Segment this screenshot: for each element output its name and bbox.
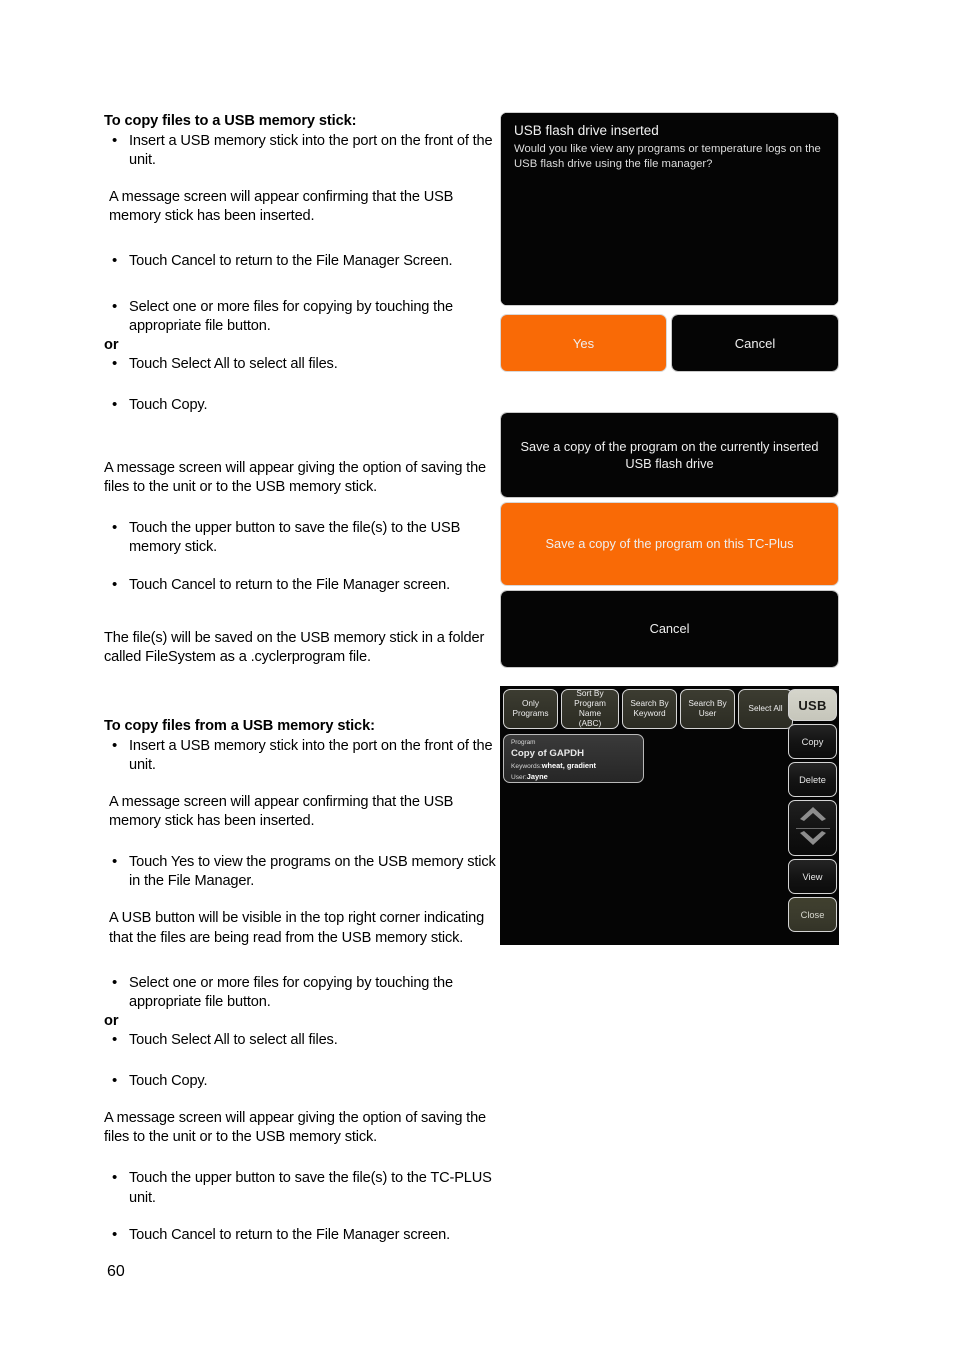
bullet-list-8: Insert a USB memory stick into the port … — [104, 736, 496, 775]
instruction-text-column: To copy files to a USB memory stick: Ins… — [104, 112, 496, 1245]
search-by-keyword-button[interactable]: Search By Keyword — [622, 689, 677, 729]
screenshot-file-manager: Only Programs Sort By Program Name (ABC)… — [500, 686, 839, 945]
list-item: Touch Select All to select all files. — [104, 354, 496, 374]
file-type-label: Program — [511, 739, 536, 746]
bullet-list-1: Insert a USB memory stick into the port … — [104, 131, 496, 170]
only-programs-button[interactable]: Only Programs — [503, 689, 558, 729]
list-item: Touch Copy. — [104, 1071, 496, 1091]
bullet-list-5: Touch Copy. — [104, 395, 496, 415]
cancel-button-label: Cancel — [649, 621, 690, 637]
file-user-value: Jayne — [526, 771, 548, 781]
or-separator-2: or — [104, 1012, 119, 1029]
file-name: Copy of GAPDH — [511, 748, 585, 759]
paragraph-usb-inserted-2: A message screen will appear confirming … — [109, 794, 454, 830]
cancel-button[interactable]: Cancel — [500, 590, 839, 668]
nav-divider — [795, 827, 830, 829]
list-item: Touch Yes to view the programs on the US… — [104, 852, 496, 891]
file-manager-sidebar: USB Copy Delete View Close — [788, 689, 837, 932]
paragraph-usb-button-note: A USB button will be visible in the top … — [109, 910, 485, 946]
file-manager-toolbar: Only Programs Sort By Program Name (ABC)… — [503, 689, 793, 729]
chevron-down-icon[interactable] — [798, 830, 828, 852]
list-item: Insert a USB memory stick into the port … — [104, 736, 496, 775]
bullet-list-14: Touch Cancel to return to the File Manag… — [104, 1225, 496, 1245]
cancel-button-label: Cancel — [734, 335, 776, 351]
file-keywords-value: wheat, gradient — [541, 760, 597, 770]
scroll-nav-control[interactable] — [788, 800, 837, 856]
bullet-list-7: Touch Cancel to return to the File Manag… — [104, 574, 496, 595]
save-to-tcplus-button[interactable]: Save a copy of the program on this TC-Pl… — [500, 502, 839, 586]
section-copy-from-usb: To copy files from a USB memory stick: I… — [104, 717, 496, 1245]
bullet-list-4: Touch Select All to select all files. — [104, 354, 496, 374]
bullet-list-13: Touch the upper button to save the file(… — [104, 1168, 496, 1207]
list-item: Touch Cancel to return to the File Manag… — [104, 574, 496, 595]
cancel-button[interactable]: Cancel — [671, 314, 839, 372]
section-heading-copy-to-usb: To copy files to a USB memory stick: — [104, 113, 357, 129]
section-save-options: A message screen will appear giving the … — [104, 459, 496, 667]
file-user-label: User: — [511, 773, 527, 781]
bullet-list-9: Touch Yes to view the programs on the US… — [104, 852, 496, 891]
file-keywords-label: Keywords: — [511, 762, 542, 770]
save-to-tcplus-label: Save a copy of the program on this TC-Pl… — [545, 536, 794, 552]
list-item: Insert a USB memory stick into the port … — [104, 131, 496, 170]
dialog-title: USB flash drive inserted — [514, 123, 659, 138]
paragraph-usb-inserted-1: A message screen will appear confirming … — [109, 189, 454, 225]
list-item: Select one or more files for copying by … — [104, 297, 496, 336]
paragraph-filesystem-note: The file(s) will be saved on the USB mem… — [104, 629, 485, 665]
list-item: Touch Cancel to return to the File Manag… — [104, 1225, 496, 1245]
file-keywords-row: Keywords:wheat, gradient — [511, 761, 637, 772]
bullet-list-12: Touch Copy. — [104, 1071, 496, 1091]
copy-button[interactable]: Copy — [788, 724, 837, 759]
file-user-row: User:Jayne — [511, 771, 637, 782]
list-item: Touch Copy. — [104, 395, 496, 415]
dialog-body-text: Would you like view any programs or temp… — [514, 143, 821, 171]
save-to-usb-label: Save a copy of the program on the curren… — [520, 438, 819, 471]
paragraph-save-option-2: A message screen will appear giving the … — [104, 1110, 487, 1146]
bullet-list-2: Touch Cancel to return to the File Manag… — [104, 251, 496, 271]
page-number: 60 — [107, 1263, 125, 1280]
section-copy-to-usb: To copy files to a USB memory stick: Ins… — [104, 112, 496, 415]
list-item: Touch the upper button to save the file(… — [104, 1168, 496, 1207]
sort-by-program-name-button[interactable]: Sort By Program Name (ABC) — [561, 689, 619, 729]
section-heading-copy-from-usb: To copy files from a USB memory stick: — [104, 717, 375, 734]
list-item: Touch Cancel to return to the File Manag… — [104, 251, 496, 271]
view-button[interactable]: View — [788, 859, 837, 894]
yes-button-label: Yes — [572, 335, 595, 351]
screenshot-usb-inserted-dialog: USB flash drive inserted Would you like … — [500, 112, 839, 372]
list-item: Select one or more files for copying by … — [104, 973, 496, 1012]
bullet-list-3: Select one or more files for copying by … — [104, 297, 496, 336]
bullet-list-11: Touch Select All to select all files. — [104, 1030, 496, 1050]
yes-button[interactable]: Yes — [500, 314, 667, 372]
bullet-list-10: Select one or more files for copying by … — [104, 973, 496, 1012]
usb-button[interactable]: USB — [788, 689, 837, 721]
bullet-list-6: Touch the upper button to save the file(… — [104, 518, 496, 557]
paragraph-save-option: A message screen will appear giving the … — [104, 460, 487, 496]
select-all-button[interactable]: Select All — [738, 689, 793, 729]
close-button[interactable]: Close — [788, 897, 837, 932]
search-by-user-button[interactable]: Search By User — [680, 689, 735, 729]
or-separator-1: or — [104, 336, 119, 353]
save-to-usb-button[interactable]: Save a copy of the program on the curren… — [500, 412, 839, 498]
list-item: Touch the upper button to save the file(… — [104, 518, 496, 557]
screenshot-save-copy-dialog: Save a copy of the program on the curren… — [500, 412, 839, 668]
chevron-up-icon[interactable] — [798, 805, 828, 827]
list-item: Touch Select All to select all files. — [104, 1030, 496, 1050]
program-file-button[interactable]: Program Copy of GAPDH Keywords:wheat, gr… — [503, 734, 644, 783]
delete-button[interactable]: Delete — [788, 762, 837, 797]
usb-inserted-message-panel: USB flash drive inserted Would you like … — [500, 112, 839, 306]
